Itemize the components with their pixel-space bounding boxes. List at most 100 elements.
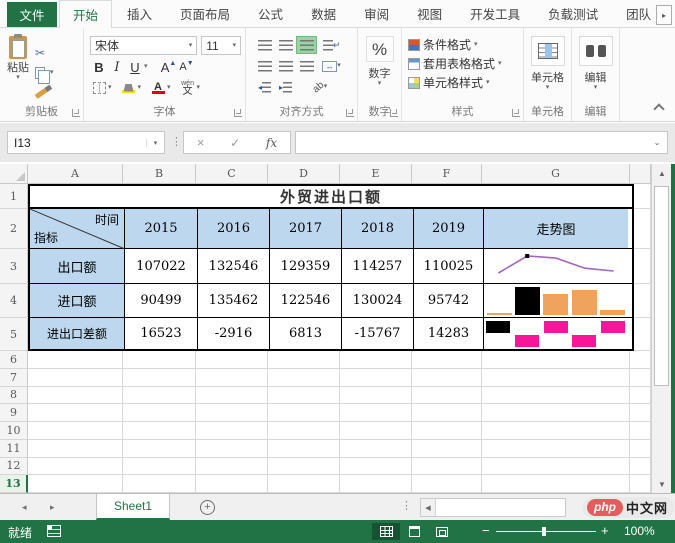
- row-header[interactable]: 1: [0, 184, 28, 209]
- value-cell[interactable]: 130024: [342, 284, 414, 317]
- sparkline-line-cell[interactable]: [484, 249, 628, 283]
- empty-cell[interactable]: [482, 351, 630, 369]
- row-header[interactable]: 4: [0, 284, 28, 318]
- diagonal-header-cell[interactable]: 时间 指标: [30, 209, 125, 249]
- empty-cell[interactable]: [482, 422, 630, 440]
- empty-cell[interactable]: [630, 386, 651, 405]
- empty-cell[interactable]: [196, 404, 268, 422]
- empty-cell[interactable]: [412, 404, 482, 422]
- scroll-down-icon[interactable]: ▼: [652, 475, 672, 493]
- year-cell[interactable]: 2016: [198, 209, 270, 248]
- phonetic-guide-button[interactable]: wén 文: [179, 79, 197, 97]
- font-color-button[interactable]: A: [149, 79, 167, 97]
- collapse-ribbon-icon[interactable]: [653, 103, 665, 115]
- empty-cell[interactable]: [340, 351, 412, 369]
- empty-cell[interactable]: [634, 209, 651, 249]
- sparkline-bar-cell[interactable]: [484, 284, 628, 317]
- add-sheet-icon[interactable]: +: [200, 500, 215, 515]
- empty-cell[interactable]: [123, 368, 196, 387]
- year-cell[interactable]: 2019: [414, 209, 484, 248]
- empty-cell[interactable]: [482, 439, 630, 458]
- empty-cell[interactable]: [196, 475, 268, 493]
- empty-cell[interactable]: [340, 404, 412, 422]
- value-cell[interactable]: 110025: [414, 249, 484, 283]
- year-cell[interactable]: 2015: [125, 209, 198, 248]
- row-header[interactable]: 12: [0, 457, 28, 476]
- empty-cell[interactable]: [268, 386, 340, 405]
- column-header-e[interactable]: E: [340, 164, 412, 183]
- normal-view-button[interactable]: [372, 523, 400, 540]
- row-label-cell[interactable]: 出口额: [30, 249, 125, 283]
- empty-cell[interactable]: [268, 422, 340, 440]
- empty-cell[interactable]: [482, 457, 630, 476]
- tab-home[interactable]: 开始: [59, 0, 113, 28]
- empty-cell[interactable]: [630, 404, 651, 422]
- enter-icon[interactable]: ✓: [230, 136, 240, 150]
- sheet-nav-right-icon[interactable]: ▸: [50, 502, 55, 513]
- number-dialog-launcher-icon[interactable]: [390, 109, 398, 117]
- empty-cell[interactable]: [268, 475, 340, 493]
- font-name-combo[interactable]: 宋体 ▾: [90, 36, 198, 55]
- formula-input[interactable]: ⌄: [295, 131, 668, 154]
- empty-cell[interactable]: [123, 351, 196, 369]
- empty-cell[interactable]: [412, 475, 482, 493]
- scroll-left-icon[interactable]: ◀: [421, 499, 436, 516]
- format-as-table-button[interactable]: 套用表格格式 ▾: [402, 54, 523, 73]
- insert-function-icon[interactable]: fx: [266, 136, 277, 150]
- increase-indent-button[interactable]: ▸: [275, 78, 296, 96]
- value-cell[interactable]: 16523: [125, 318, 198, 349]
- value-cell[interactable]: 90499: [125, 284, 198, 317]
- empty-cell[interactable]: [482, 475, 630, 493]
- empty-cell[interactable]: [630, 351, 651, 369]
- borders-button[interactable]: [90, 79, 108, 97]
- row-header[interactable]: 7: [0, 368, 28, 387]
- zoom-level[interactable]: 100%: [624, 524, 655, 538]
- empty-cell[interactable]: [630, 475, 651, 493]
- empty-cell[interactable]: [28, 351, 123, 369]
- orientation-button[interactable]: ab ▾: [306, 78, 334, 96]
- zoom-slider-thumb[interactable]: [542, 527, 546, 536]
- empty-cell[interactable]: [482, 368, 630, 387]
- empty-cell[interactable]: [28, 422, 123, 440]
- align-center-button[interactable]: [275, 57, 296, 75]
- row-header[interactable]: 5: [0, 318, 28, 351]
- empty-cell[interactable]: [28, 457, 123, 476]
- empty-cell[interactable]: [634, 184, 651, 209]
- value-cell[interactable]: 122546: [270, 284, 342, 317]
- empty-cell[interactable]: [196, 422, 268, 440]
- row-header[interactable]: 9: [0, 404, 28, 422]
- wrap-text-button[interactable]: ↵: [321, 36, 342, 54]
- tab-view[interactable]: 视图: [404, 0, 455, 27]
- select-all-corner[interactable]: [0, 164, 28, 183]
- empty-cell[interactable]: [340, 368, 412, 387]
- bold-button[interactable]: B: [90, 58, 108, 76]
- column-header-partial[interactable]: [630, 164, 651, 183]
- empty-cell[interactable]: [482, 404, 630, 422]
- align-bottom-button[interactable]: [296, 36, 317, 54]
- empty-cell[interactable]: [196, 457, 268, 476]
- page-break-view-button[interactable]: [428, 523, 456, 540]
- tab-review[interactable]: 审阅: [351, 0, 402, 27]
- empty-cell[interactable]: [196, 386, 268, 405]
- empty-cell[interactable]: [268, 404, 340, 422]
- align-left-button[interactable]: [254, 57, 275, 75]
- value-cell[interactable]: 14283: [414, 318, 484, 349]
- format-painter-button[interactable]: [34, 83, 54, 103]
- zoom-out-icon[interactable]: −: [482, 523, 490, 538]
- empty-cell[interactable]: [28, 404, 123, 422]
- value-cell[interactable]: -2916: [198, 318, 270, 349]
- empty-cell[interactable]: [340, 457, 412, 476]
- row-label-cell[interactable]: 进口额: [30, 284, 125, 317]
- value-cell[interactable]: 135462: [198, 284, 270, 317]
- align-top-button[interactable]: [254, 36, 275, 54]
- cancel-icon[interactable]: ×: [197, 135, 205, 150]
- tab-page-layout[interactable]: 页面布局: [167, 0, 243, 27]
- styles-dialog-launcher-icon[interactable]: [512, 109, 520, 117]
- empty-cell[interactable]: [412, 351, 482, 369]
- column-header-d[interactable]: D: [268, 164, 340, 183]
- name-box[interactable]: I13 ▾: [7, 131, 165, 154]
- align-middle-button[interactable]: [275, 36, 296, 54]
- value-cell[interactable]: 114257: [342, 249, 414, 283]
- sparkline-winloss-cell[interactable]: [484, 318, 628, 349]
- vertical-scrollbar-thumb[interactable]: [654, 186, 669, 386]
